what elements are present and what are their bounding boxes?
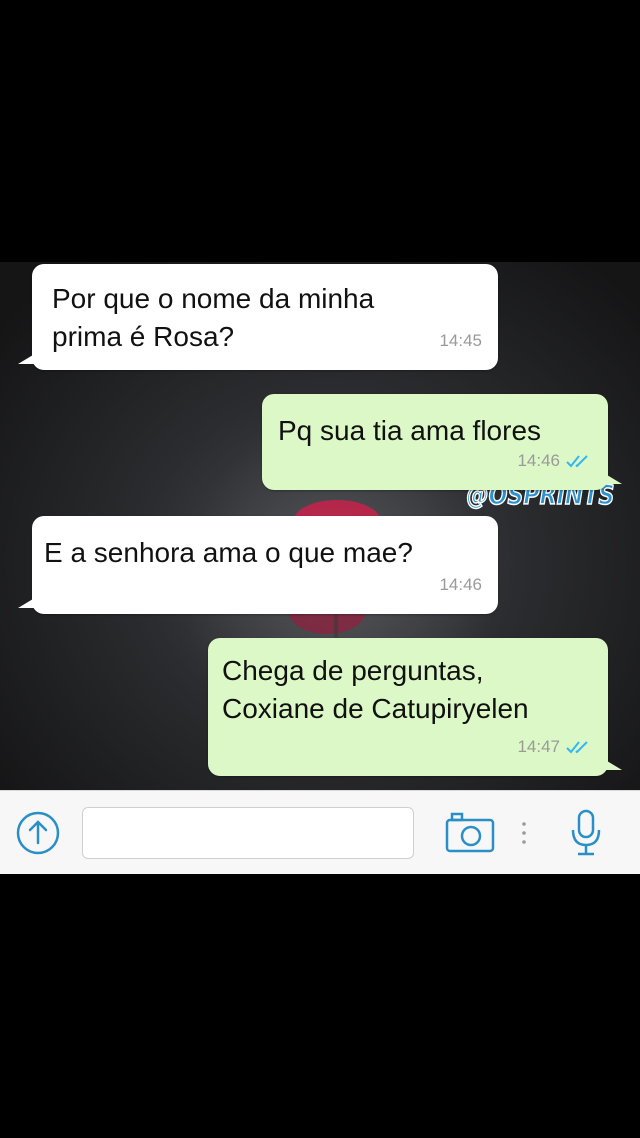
upload-button[interactable] [14, 809, 62, 857]
message-text: E a senhora ama o que mae? [44, 537, 413, 568]
message-text: Por que o nome da minha prima é Rosa? [52, 283, 375, 352]
more-dots-icon[interactable] [522, 821, 526, 845]
message-input-bar [0, 790, 640, 874]
double-check-read-icon [566, 455, 588, 468]
chat-screen: @OSPRINTS Por que o nome da minha prima … [0, 262, 640, 874]
message-time: 14:46 [517, 451, 560, 470]
double-check-read-icon [566, 741, 588, 754]
message-bubble-incoming[interactable]: Por que o nome da minha prima é Rosa? 14… [18, 264, 498, 370]
message-bubble-outgoing[interactable]: Chega de perguntas, Coxiane de Catupirye… [208, 638, 622, 776]
message-input[interactable] [82, 807, 414, 859]
message-time: 14:46 [439, 575, 482, 594]
camera-button[interactable] [444, 811, 496, 855]
message-time: 14:45 [439, 331, 482, 350]
message-bubble-incoming[interactable]: E a senhora ama o que mae? 14:46 [18, 516, 498, 614]
upload-icon [16, 811, 60, 855]
message-text: Chega de perguntas, Coxiane de Catupirye… [222, 655, 529, 724]
message-time: 14:47 [517, 737, 560, 756]
message-bubble-outgoing[interactable]: Pq sua tia ama flores 14:46 [262, 394, 622, 490]
microphone-icon [571, 809, 601, 856]
message-text: Pq sua tia ama flores [278, 415, 542, 446]
camera-icon [445, 812, 495, 853]
microphone-button[interactable] [566, 807, 606, 859]
